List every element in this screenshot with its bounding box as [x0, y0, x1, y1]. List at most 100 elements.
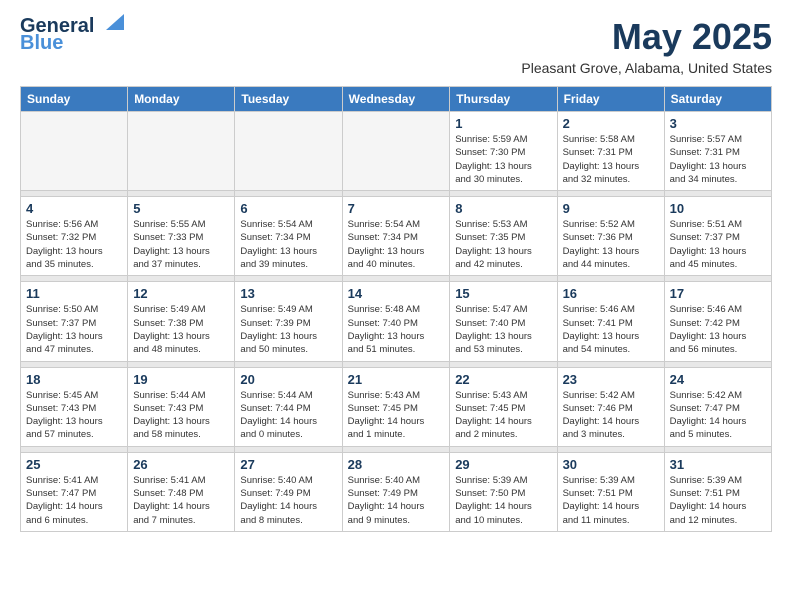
day-info: Sunrise: 5:41 AMSunset: 7:48 PMDaylight:… [133, 474, 229, 527]
day-info: Sunrise: 5:44 AMSunset: 7:43 PMDaylight:… [133, 389, 229, 442]
day-info: Sunrise: 5:52 AMSunset: 7:36 PMDaylight:… [563, 218, 659, 271]
day-number: 21 [348, 372, 445, 387]
calendar-week-row-5: 25 Sunrise: 5:41 AMSunset: 7:47 PMDayligh… [21, 452, 772, 531]
calendar-day: 3 Sunrise: 5:57 AMSunset: 7:31 PMDaylight… [664, 112, 771, 191]
calendar-day: 30 Sunrise: 5:39 AMSunset: 7:51 PMDayligh… [557, 452, 664, 531]
day-info: Sunrise: 5:40 AMSunset: 7:49 PMDaylight:… [240, 474, 336, 527]
title-block: May 2025 Pleasant Grove, Alabama, United… [521, 16, 772, 76]
day-number: 5 [133, 201, 229, 216]
day-number: 4 [26, 201, 122, 216]
day-number: 11 [26, 286, 122, 301]
day-number: 13 [240, 286, 336, 301]
calendar-day [128, 112, 235, 191]
day-info: Sunrise: 5:57 AMSunset: 7:31 PMDaylight:… [670, 133, 766, 186]
day-number: 17 [670, 286, 766, 301]
calendar-day: 21Sunrise: 5:43 AMSunset: 7:45 PMDayligh… [342, 367, 450, 446]
day-info: Sunrise: 5:49 AMSunset: 7:39 PMDaylight:… [240, 303, 336, 356]
calendar-day: 31Sunrise: 5:39 AMSunset: 7:51 PMDayligh… [664, 452, 771, 531]
day-info: Sunrise: 5:56 AMSunset: 7:32 PMDaylight:… [26, 218, 122, 271]
calendar-week-row-3: 11 Sunrise: 5:50 AMSunset: 7:37 PMDayligh… [21, 282, 772, 361]
calendar-day: 26 Sunrise: 5:41 AMSunset: 7:48 PMDayligh… [128, 452, 235, 531]
day-info: Sunrise: 5:54 AMSunset: 7:34 PMDaylight:… [240, 218, 336, 271]
day-info: Sunrise: 5:48 AMSunset: 7:40 PMDaylight:… [348, 303, 445, 356]
day-number: 3 [670, 116, 766, 131]
month-title: May 2025 [521, 16, 772, 58]
calendar-day [21, 112, 128, 191]
day-number: 30 [563, 457, 659, 472]
day-number: 20 [240, 372, 336, 387]
day-info: Sunrise: 5:46 AMSunset: 7:42 PMDaylight:… [670, 303, 766, 356]
day-info: Sunrise: 5:42 AMSunset: 7:47 PMDaylight:… [670, 389, 766, 442]
calendar-day: 16Sunrise: 5:46 AMSunset: 7:41 PMDayligh… [557, 282, 664, 361]
calendar-day: 19 Sunrise: 5:44 AMSunset: 7:43 PMDayligh… [128, 367, 235, 446]
logo-blue: Blue [20, 32, 63, 55]
day-number: 9 [563, 201, 659, 216]
day-number: 15 [455, 286, 551, 301]
day-info: Sunrise: 5:53 AMSunset: 7:35 PMDaylight:… [455, 218, 551, 271]
calendar-day: 4 Sunrise: 5:56 AMSunset: 7:32 PMDaylight… [21, 197, 128, 276]
day-info: Sunrise: 5:44 AMSunset: 7:44 PMDaylight:… [240, 389, 336, 442]
logo-triangle-icon [106, 14, 124, 30]
header: General Blue May 2025 Pleasant Grove, Al… [20, 16, 772, 76]
day-info: Sunrise: 5:43 AMSunset: 7:45 PMDaylight:… [455, 389, 551, 442]
day-info: Sunrise: 5:40 AMSunset: 7:49 PMDaylight:… [348, 474, 445, 527]
calendar-day: 20 Sunrise: 5:44 AMSunset: 7:44 PMDayligh… [235, 367, 342, 446]
day-number: 10 [670, 201, 766, 216]
calendar-day: 27Sunrise: 5:40 AMSunset: 7:49 PMDayligh… [235, 452, 342, 531]
day-info: Sunrise: 5:39 AMSunset: 7:50 PMDaylight:… [455, 474, 551, 527]
header-friday: Friday [557, 87, 664, 112]
calendar-day: 2Sunrise: 5:58 AMSunset: 7:31 PMDaylight… [557, 112, 664, 191]
header-thursday: Thursday [450, 87, 557, 112]
day-number: 25 [26, 457, 122, 472]
day-info: Sunrise: 5:42 AMSunset: 7:46 PMDaylight:… [563, 389, 659, 442]
day-number: 12 [133, 286, 229, 301]
calendar-day: 7 Sunrise: 5:54 AMSunset: 7:34 PMDaylight… [342, 197, 450, 276]
day-info: Sunrise: 5:41 AMSunset: 7:47 PMDaylight:… [26, 474, 122, 527]
day-info: Sunrise: 5:59 AMSunset: 7:30 PMDaylight:… [455, 133, 551, 186]
day-info: Sunrise: 5:39 AMSunset: 7:51 PMDaylight:… [563, 474, 659, 527]
day-info: Sunrise: 5:46 AMSunset: 7:41 PMDaylight:… [563, 303, 659, 356]
day-number: 28 [348, 457, 445, 472]
day-number: 1 [455, 116, 551, 131]
logo: General Blue [20, 16, 124, 55]
calendar-day: 10 Sunrise: 5:51 AMSunset: 7:37 PMDayligh… [664, 197, 771, 276]
day-info: Sunrise: 5:55 AMSunset: 7:33 PMDaylight:… [133, 218, 229, 271]
day-number: 24 [670, 372, 766, 387]
day-info: Sunrise: 5:47 AMSunset: 7:40 PMDaylight:… [455, 303, 551, 356]
page-container: General Blue May 2025 Pleasant Grove, Al… [0, 0, 792, 548]
header-saturday: Saturday [664, 87, 771, 112]
day-number: 7 [348, 201, 445, 216]
day-info: Sunrise: 5:49 AMSunset: 7:38 PMDaylight:… [133, 303, 229, 356]
day-info: Sunrise: 5:58 AMSunset: 7:31 PMDaylight:… [563, 133, 659, 186]
calendar-day: 23 Sunrise: 5:42 AMSunset: 7:46 PMDayligh… [557, 367, 664, 446]
calendar-day: 15 Sunrise: 5:47 AMSunset: 7:40 PMDayligh… [450, 282, 557, 361]
location: Pleasant Grove, Alabama, United States [521, 60, 772, 76]
calendar-day [342, 112, 450, 191]
calendar-header-row: Sunday Monday Tuesday Wednesday Thursday… [21, 87, 772, 112]
day-number: 19 [133, 372, 229, 387]
header-wednesday: Wednesday [342, 87, 450, 112]
calendar-day: 24 Sunrise: 5:42 AMSunset: 7:47 PMDayligh… [664, 367, 771, 446]
calendar-week-row-1: 1 Sunrise: 5:59 AMSunset: 7:30 PMDaylight… [21, 112, 772, 191]
day-number: 14 [348, 286, 445, 301]
day-info: Sunrise: 5:51 AMSunset: 7:37 PMDaylight:… [670, 218, 766, 271]
calendar-day: 18 Sunrise: 5:45 AMSunset: 7:43 PMDayligh… [21, 367, 128, 446]
day-info: Sunrise: 5:50 AMSunset: 7:37 PMDaylight:… [26, 303, 122, 356]
header-sunday: Sunday [21, 87, 128, 112]
header-monday: Monday [128, 87, 235, 112]
calendar-day: 13 Sunrise: 5:49 AMSunset: 7:39 PMDayligh… [235, 282, 342, 361]
day-number: 6 [240, 201, 336, 216]
day-number: 26 [133, 457, 229, 472]
calendar-day: 8Sunrise: 5:53 AMSunset: 7:35 PMDaylight… [450, 197, 557, 276]
calendar-day: 25 Sunrise: 5:41 AMSunset: 7:47 PMDayligh… [21, 452, 128, 531]
header-tuesday: Tuesday [235, 87, 342, 112]
day-number: 23 [563, 372, 659, 387]
day-info: Sunrise: 5:45 AMSunset: 7:43 PMDaylight:… [26, 389, 122, 442]
calendar-day: 22 Sunrise: 5:43 AMSunset: 7:45 PMDayligh… [450, 367, 557, 446]
calendar-week-row-4: 18 Sunrise: 5:45 AMSunset: 7:43 PMDayligh… [21, 367, 772, 446]
day-info: Sunrise: 5:39 AMSunset: 7:51 PMDaylight:… [670, 474, 766, 527]
calendar-week-row-2: 4 Sunrise: 5:56 AMSunset: 7:32 PMDaylight… [21, 197, 772, 276]
day-number: 18 [26, 372, 122, 387]
day-info: Sunrise: 5:54 AMSunset: 7:34 PMDaylight:… [348, 218, 445, 271]
day-number: 22 [455, 372, 551, 387]
